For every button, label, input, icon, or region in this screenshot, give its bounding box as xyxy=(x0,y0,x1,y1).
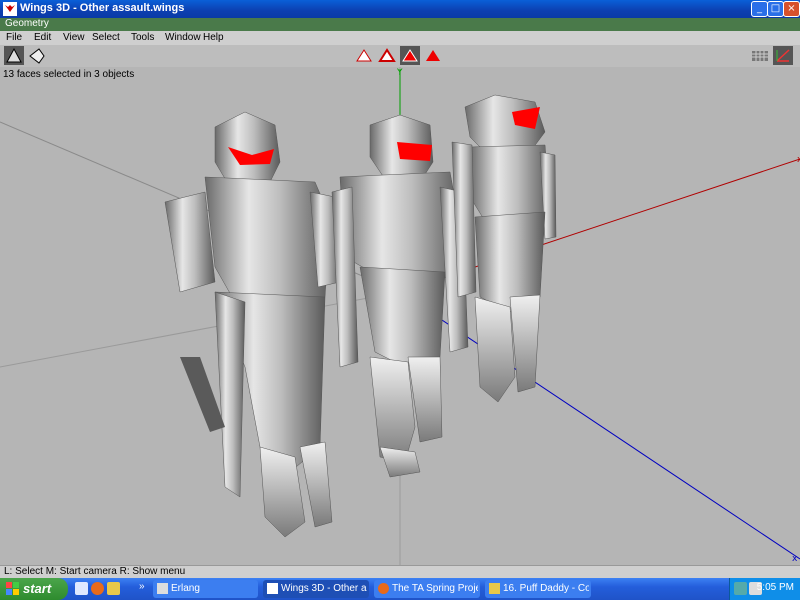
start-button[interactable]: start xyxy=(0,578,68,600)
robot-model-left[interactable] xyxy=(164,111,341,538)
minimize-button[interactable]: _ xyxy=(751,1,768,17)
windows-flag-icon xyxy=(6,582,19,595)
menu-file[interactable]: File xyxy=(6,32,22,43)
menu-edit[interactable]: Edit xyxy=(34,32,51,43)
show-desktop-icon[interactable] xyxy=(75,582,88,595)
firefox-icon xyxy=(378,583,389,594)
smooth-preview-button[interactable] xyxy=(4,46,24,65)
task-wings3d[interactable]: Wings 3D - Other ass... xyxy=(263,580,369,598)
menu-tools[interactable]: Tools xyxy=(131,32,154,43)
task-ta-spring[interactable]: The TA Spring Project... xyxy=(374,580,480,598)
robot-model-middle[interactable] xyxy=(331,114,469,478)
menu-select[interactable]: Select xyxy=(92,32,120,43)
system-tray: 5:05 PM xyxy=(729,578,800,600)
tray-network-icon[interactable] xyxy=(734,582,747,595)
smooth-shade-icon xyxy=(6,47,22,63)
selected-face xyxy=(397,142,432,161)
menu-help[interactable]: Help xyxy=(203,32,224,43)
axes-button[interactable] xyxy=(773,46,793,65)
body-mode-icon xyxy=(426,50,440,61)
window-title: Wings 3D - Other assault.wings xyxy=(20,2,185,14)
wings-app-icon xyxy=(3,2,17,16)
vertex-select-mode[interactable] xyxy=(354,46,374,65)
maximize-button[interactable]: □ xyxy=(767,1,784,17)
axes-icon xyxy=(776,49,790,62)
geometry-label: Geometry xyxy=(5,18,49,29)
perspective-button[interactable] xyxy=(27,46,47,65)
status-bar: L: Select M: Start camera R: Show menu xyxy=(0,565,800,579)
quicklaunch-overflow[interactable]: » xyxy=(139,581,145,592)
menu-view[interactable]: View xyxy=(63,32,85,43)
face-select-mode[interactable] xyxy=(400,46,420,65)
winamp-icon xyxy=(489,583,500,594)
body-select-mode[interactable] xyxy=(423,46,443,65)
y-axis-label: Y xyxy=(396,68,403,78)
mouse-hint: L: Select M: Start camera R: Show menu xyxy=(4,566,186,577)
perspective-icon xyxy=(29,48,45,64)
wings-icon xyxy=(267,583,278,594)
grid-icon xyxy=(752,51,768,61)
scene-canvas: x x Y xyxy=(0,67,800,565)
geometry-window-header: Geometry xyxy=(0,18,800,31)
selection-status: 13 faces selected in 3 objects xyxy=(3,69,135,80)
windows-taskbar: start » Erlang Wings 3D - Other ass... T… xyxy=(0,578,800,600)
task-erlang[interactable]: Erlang xyxy=(153,580,258,598)
close-button[interactable]: × xyxy=(783,1,800,17)
media-player-icon[interactable] xyxy=(107,582,120,595)
window-title-bar[interactable]: Wings 3D - Other assault.wings _ □ × xyxy=(0,0,800,18)
firefox-icon[interactable] xyxy=(91,582,104,595)
face-mode-icon xyxy=(402,49,418,62)
start-label: start xyxy=(23,581,52,596)
toolbar xyxy=(0,45,800,68)
groundplane-button[interactable] xyxy=(750,46,770,65)
menu-bar: File Edit View Select Tools Window Help xyxy=(0,31,800,45)
menu-window[interactable]: Window xyxy=(165,32,201,43)
edge-select-mode[interactable] xyxy=(377,46,397,65)
clock[interactable]: 5:05 PM xyxy=(757,582,794,593)
robot-model-right[interactable] xyxy=(451,94,557,403)
vertex-mode-icon xyxy=(356,49,372,62)
task-puff-daddy[interactable]: 16. Puff Daddy - Com... xyxy=(485,580,591,598)
z-axis-marker: x xyxy=(792,554,798,564)
edge-mode-icon xyxy=(378,48,396,62)
3d-viewport[interactable]: x x Y 13 faces selected in 3 objects xyxy=(0,67,800,565)
erlang-icon xyxy=(157,583,168,594)
